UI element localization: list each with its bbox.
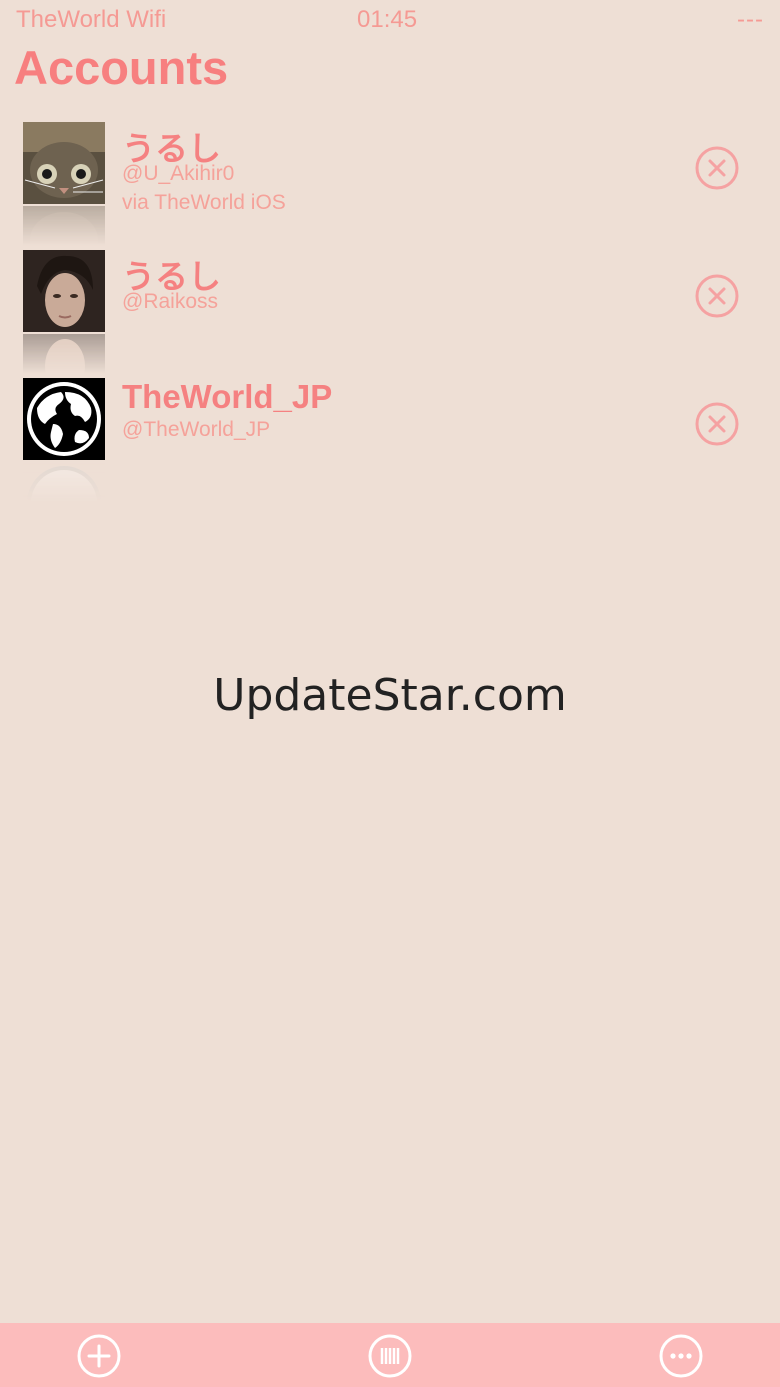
avatar — [23, 122, 105, 246]
add-account-button[interactable] — [76, 1333, 122, 1379]
avatar — [23, 378, 105, 502]
barcode-icon — [368, 1334, 412, 1378]
woman-portrait-avatar — [23, 250, 105, 332]
more-button[interactable] — [658, 1333, 704, 1379]
account-client: via TheWorld iOS — [122, 191, 286, 214]
account-handle: @Raikoss — [122, 290, 219, 313]
avatar-reflection — [23, 334, 105, 374]
page-title: Accounts — [14, 41, 229, 94]
more-icon — [659, 1334, 703, 1378]
battery-indicator: --- — [737, 6, 764, 33]
status-bar: TheWorld Wifi 01:45 --- — [0, 0, 780, 40]
barcode-button[interactable] — [367, 1333, 413, 1379]
clock: 01:45 — [357, 6, 418, 33]
carrier-label: TheWorld Wifi — [16, 6, 167, 33]
remove-account-button[interactable] — [695, 402, 739, 446]
cat-avatar — [23, 122, 105, 204]
watermark-text: UpdateStar.com — [213, 670, 567, 721]
add-icon — [77, 1334, 121, 1378]
account-handle: @U_Akihir0 — [122, 162, 235, 185]
bottom-toolbar — [0, 1323, 780, 1387]
account-row[interactable]: うるし @U_Akihir0 via TheWorld iOS — [0, 120, 780, 248]
avatar — [23, 250, 105, 374]
account-row[interactable]: TheWorld_JP @TheWorld_JP — [0, 376, 780, 504]
close-circle-icon — [695, 402, 739, 446]
avatar-reflection — [23, 206, 105, 246]
account-row[interactable]: うるし @Raikoss — [0, 248, 780, 376]
close-circle-icon — [695, 146, 739, 190]
avatar-reflection — [23, 462, 105, 502]
remove-account-button[interactable] — [695, 274, 739, 318]
account-name: TheWorld_JP — [122, 378, 333, 415]
account-handle: @TheWorld_JP — [122, 418, 271, 441]
globe-avatar — [23, 378, 105, 460]
close-circle-icon — [695, 274, 739, 318]
remove-account-button[interactable] — [695, 146, 739, 190]
